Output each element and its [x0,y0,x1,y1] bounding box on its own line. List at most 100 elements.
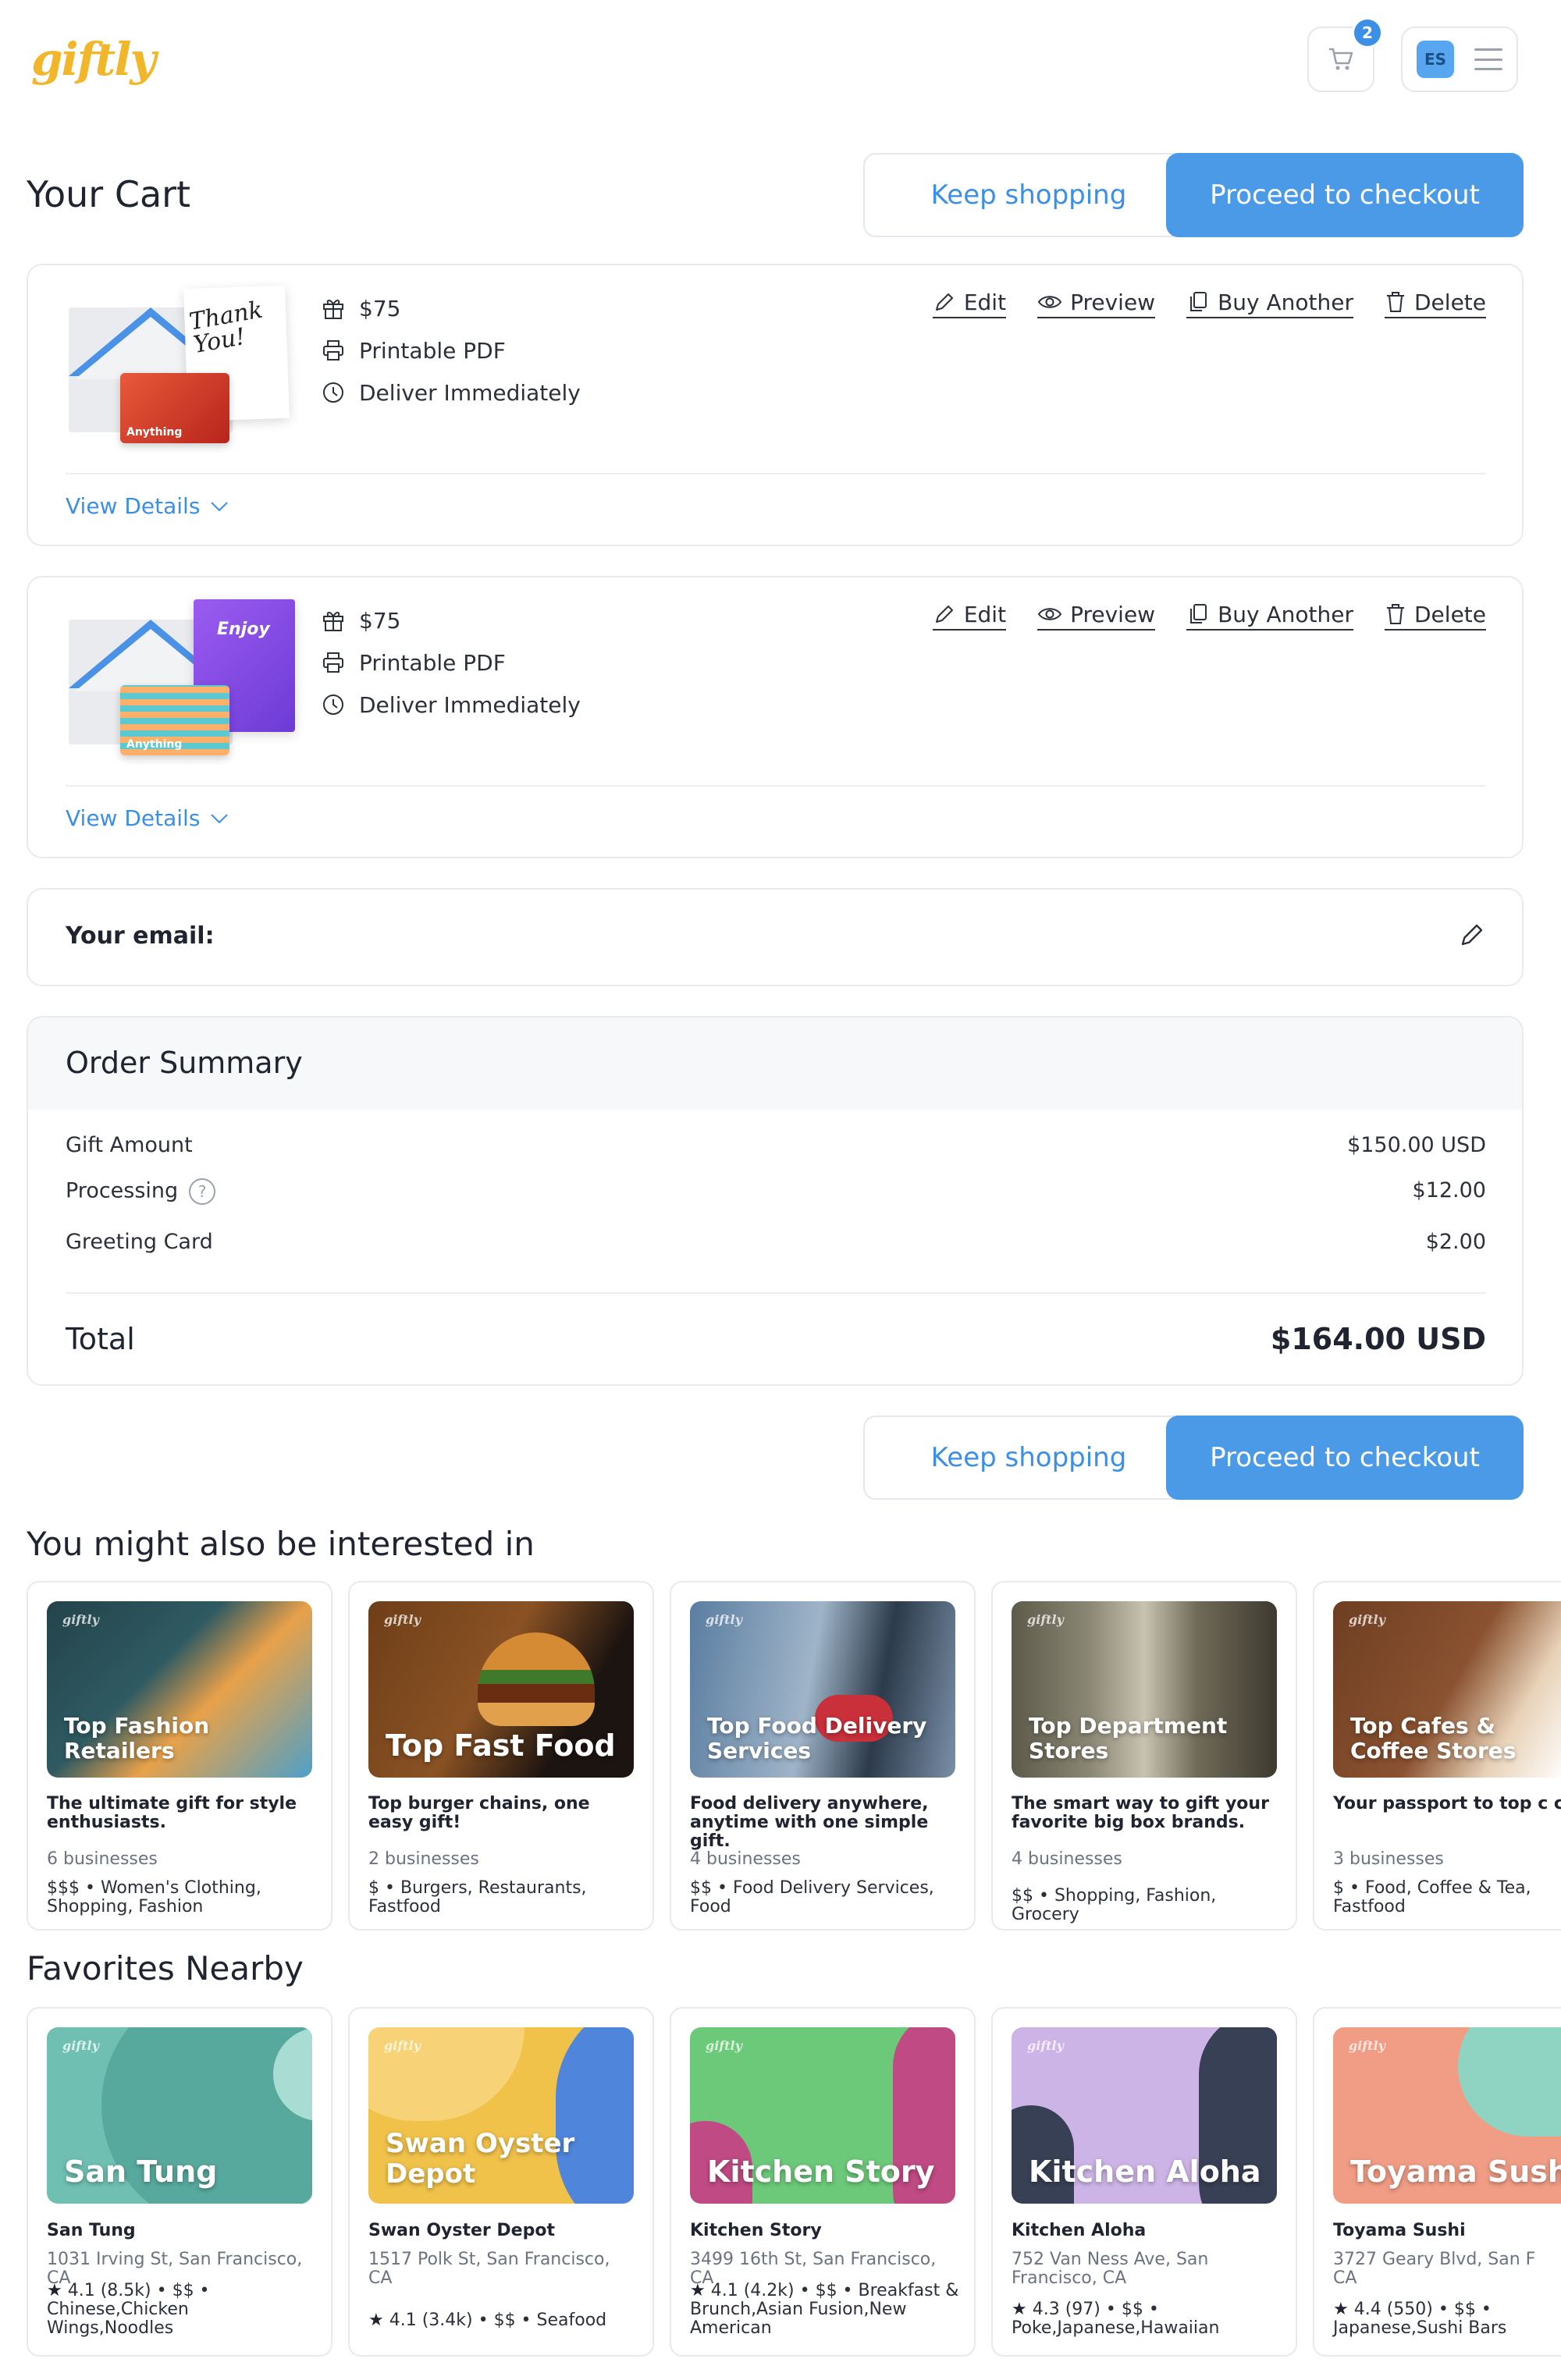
category-tile[interactable]: giftly Top Fashion Retailers The ultimat… [27,1581,332,1931]
buy-another-button[interactable]: Buy Another [1186,287,1353,318]
category-description: The smart way to gift your favorite big … [1012,1794,1269,1833]
cart-item: Enjoy Anything $75 Printable PDF Deliver… [27,576,1524,858]
category-image: giftly Top Food Delivery Services [690,1601,955,1778]
business-name: San Tung [47,2221,136,2240]
preview-label: Preview [1070,601,1156,627]
pencil-icon [1461,924,1483,946]
total-row: Total $164.00 USD [66,1322,1486,1356]
delete-button[interactable]: Delete [1385,287,1486,318]
tile-logo: giftly [62,2038,99,2053]
proceed-to-checkout-button[interactable]: Proceed to checkout [1166,153,1524,237]
business-count: 2 businesses [368,1849,479,1869]
category-image-title: Top Food Delivery Services [707,1712,927,1764]
keep-shopping-button[interactable]: Keep shopping [863,1416,1194,1500]
divider [66,1292,1486,1294]
order-summary: Order Summary Gift Amount $150.00 USD Pr… [27,1016,1524,1386]
business-address: 752 Van Ness Ave, San Francisco, CA [1012,2250,1209,2289]
category-tags: $$$ • Women's Clothing, Shopping, Fashio… [47,1878,261,1917]
category-tile[interactable]: giftly Top Cafes & Coffee Stores Your pa… [1313,1581,1561,1931]
category-tags: $ • Burgers, Restaurants, Fastfood [368,1878,587,1917]
category-image-title: Top Fast Food [386,1728,616,1764]
edit-button[interactable]: Edit [932,599,1007,631]
gift-amount-label: Gift Amount [66,1133,193,1157]
business-address: 1517 Polk St, San Francisco, CA [368,2250,610,2289]
buy-another-button[interactable]: Buy Another [1186,599,1353,631]
view-details-label: View Details [66,493,201,519]
business-tile[interactable]: giftly San Tung San Tung 1031 Irving St,… [27,2007,332,2357]
delivery-time: Deliver Immediately [359,691,581,718]
category-tile[interactable]: giftly Top Fast Food Top burger chains, … [348,1581,654,1931]
business-rating: 4.1 (4.2k) • $$ • Breakfast & Brunch,Asi… [690,2281,959,2339]
greeting-card-row: Greeting Card $2.00 [66,1230,1486,1254]
business-name: Toyama Sushi [1333,2221,1466,2240]
greeting-card-text: Enjoy [217,620,270,639]
total-label: Total [66,1322,135,1356]
user-menu-button[interactable]: ES [1401,27,1518,92]
delete-button[interactable]: Delete [1385,599,1486,631]
email-section: Your email: [27,888,1524,986]
tile-logo: giftly [706,1612,742,1627]
business-tile[interactable]: giftly Kitchen Story Kitchen Story 3499 … [670,2007,976,2357]
section-title-interested: You might also be interested in [27,1525,535,1563]
avatar: ES [1417,41,1454,78]
proceed-to-checkout-button[interactable]: Proceed to checkout [1166,1416,1524,1500]
business-address: 3727 Geary Blvd, San F CA [1333,2250,1536,2289]
cart-count-badge: 2 [1352,17,1383,48]
category-tile[interactable]: giftly Top Food Delivery Services Food d… [670,1581,976,1931]
keep-shopping-button[interactable]: Keep shopping [863,153,1194,237]
business-image: giftly Swan Oyster Depot [368,2027,634,2204]
business-tile[interactable]: giftly Toyama Sushi Toyama Sushi 3727 Ge… [1313,2007,1561,2357]
buy-another-label: Buy Another [1218,601,1353,627]
business-tile[interactable]: giftly Swan Oyster Depot Swan Oyster Dep… [348,2007,654,2357]
preview-button[interactable]: Preview [1037,287,1156,318]
chevron-down-icon [211,501,229,511]
business-image-title: Toyama Sushi [1350,2154,1561,2190]
gift-card-label: Anything [126,738,183,751]
view-details-toggle[interactable]: View Details [66,493,229,519]
category-tags: $$ • Shopping, Fashion, Grocery [1012,1886,1217,1925]
category-tags: $ • Food, Coffee & Tea, Fastfood [1333,1878,1531,1917]
trash-icon [1387,604,1404,624]
tile-logo: giftly [1349,1612,1385,1627]
edit-email-button[interactable] [1458,921,1486,952]
business-tile[interactable]: giftly Kitchen Aloha Kitchen Aloha 752 V… [991,2007,1297,2357]
clock-icon [322,693,345,716]
greeting-card-value: $2.00 [1425,1230,1486,1254]
preview-button[interactable]: Preview [1037,599,1156,631]
gift-card-image: Anything [120,373,229,443]
giftly-logo[interactable]: giftly [31,33,156,86]
view-details-toggle[interactable]: View Details [66,805,229,831]
gift-card-label: Anything [126,426,183,439]
divider [66,785,1486,787]
buy-another-label: Buy Another [1218,289,1353,315]
edit-label: Edit [963,289,1007,315]
star-icon: ★ [1012,2300,1027,2319]
category-image: giftly Top Fashion Retailers [47,1601,312,1778]
help-icon[interactable]: ? [189,1178,216,1205]
category-description: Food delivery anywhere, anytime with one… [690,1794,929,1852]
greeting-card-text: Thank You! [187,296,265,359]
gift-amount-value: $150.00 USD [1347,1133,1486,1157]
delivery-format: Printable PDF [359,337,506,364]
edit-button[interactable]: Edit [932,287,1007,318]
business-name: Kitchen Story [690,2221,822,2240]
tile-logo: giftly [384,1612,421,1627]
category-tile[interactable]: giftly Top Department Stores The smart w… [991,1581,1297,1931]
gift-card-image: Anything [120,685,229,755]
tile-logo: giftly [62,1612,99,1627]
star-icon: ★ [368,2311,384,2330]
business-image-title: San Tung [64,2154,218,2190]
trash-icon [1387,292,1404,312]
business-name: Swan Oyster Depot [368,2221,555,2240]
edit-label: Edit [963,601,1007,627]
category-image: giftly Top Department Stores [1012,1601,1277,1778]
email-label: Your email: [66,922,215,950]
category-image-title: Top Department Stores [1029,1712,1228,1764]
category-description: Your passport to top c chains nationwide… [1333,1795,1561,1813]
business-count: 3 businesses [1333,1849,1444,1869]
category-description: Top burger chains, one easy gift! [368,1794,590,1833]
business-image-title: Swan Oyster Depot [386,2127,575,2190]
delete-label: Delete [1414,289,1486,315]
business-rating: 4.1 (3.4k) • $$ • Seafood [389,2311,607,2330]
processing-row: Processing? $12.00 [66,1178,1486,1205]
